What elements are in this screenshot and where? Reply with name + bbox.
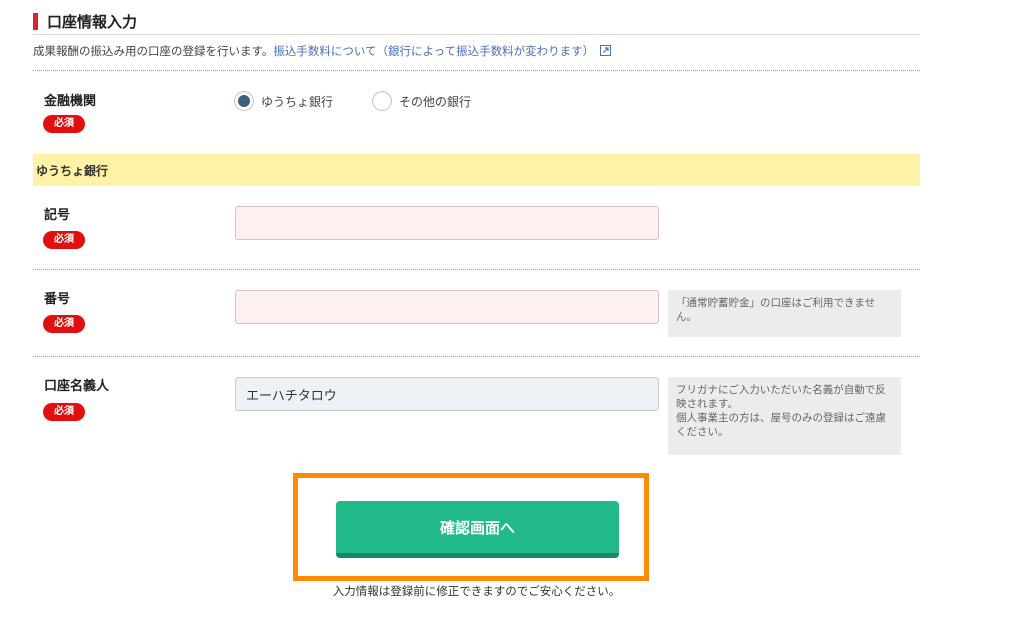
required-badge: 必須: [43, 115, 85, 133]
section-title: 口座情報入力: [47, 13, 138, 31]
bangou-label: 番号: [44, 292, 71, 307]
section-header: 口座情報入力: [33, 10, 920, 35]
divider: [33, 70, 920, 71]
transfer-fee-link[interactable]: 振込手数料について（銀行によって振込手数料が変わります）: [273, 44, 594, 58]
required-badge: 必須: [43, 231, 85, 249]
section-accent-bar: [33, 13, 38, 30]
account-holder-note-line1: フリガナにご入力いただいた名義が自動で反映されます。: [676, 384, 886, 410]
reassurance-text: 入力情報は登録前に修正できますのでご安心ください。: [332, 584, 621, 598]
kigou-label: 記号: [44, 208, 71, 223]
bangou-note: 「通常貯蓄貯金」の口座はご利用できません。: [668, 290, 901, 337]
financial-institution-label: 金融機関: [44, 94, 97, 109]
intro-description: 成果報酬の振込み用の口座の登録を行います。: [33, 44, 274, 58]
radio-yucho-bank[interactable]: ゆうちょ銀行: [234, 90, 333, 112]
bangou-input[interactable]: [235, 290, 659, 324]
account-holder-note-line2: 個人事業主の方は、屋号のみの登録はご遠慮ください。: [676, 412, 886, 438]
confirm-button[interactable]: 確認画面へ: [336, 501, 619, 558]
account-holder-input[interactable]: [235, 377, 659, 411]
required-badge: 必須: [43, 403, 85, 421]
radio-other-bank[interactable]: その他の銀行: [372, 90, 471, 112]
intro-text: 成果報酬の振込み用の口座の登録を行います。振込手数料について（銀行によって振込手…: [33, 43, 612, 59]
divider: [33, 269, 920, 270]
radio-label-other: その他の銀行: [399, 94, 472, 109]
radio-dot: [238, 95, 250, 107]
divider: [33, 356, 920, 357]
radio-circle[interactable]: [372, 91, 392, 111]
bank-section-band: ゆうちょ銀行: [33, 154, 920, 186]
radio-label-yucho: ゆうちょ銀行: [261, 94, 334, 109]
radio-circle-selected[interactable]: [234, 91, 254, 111]
kigou-input[interactable]: [235, 206, 659, 240]
account-holder-note: フリガナにご入力いただいた名義が自動で反映されます。 個人事業主の方は、屋号のみ…: [668, 377, 901, 455]
external-link-icon[interactable]: [600, 44, 612, 59]
account-holder-label: 口座名義人: [44, 379, 110, 394]
required-badge: 必須: [43, 315, 85, 333]
bank-section-title: ゆうちょ銀行: [36, 164, 109, 178]
